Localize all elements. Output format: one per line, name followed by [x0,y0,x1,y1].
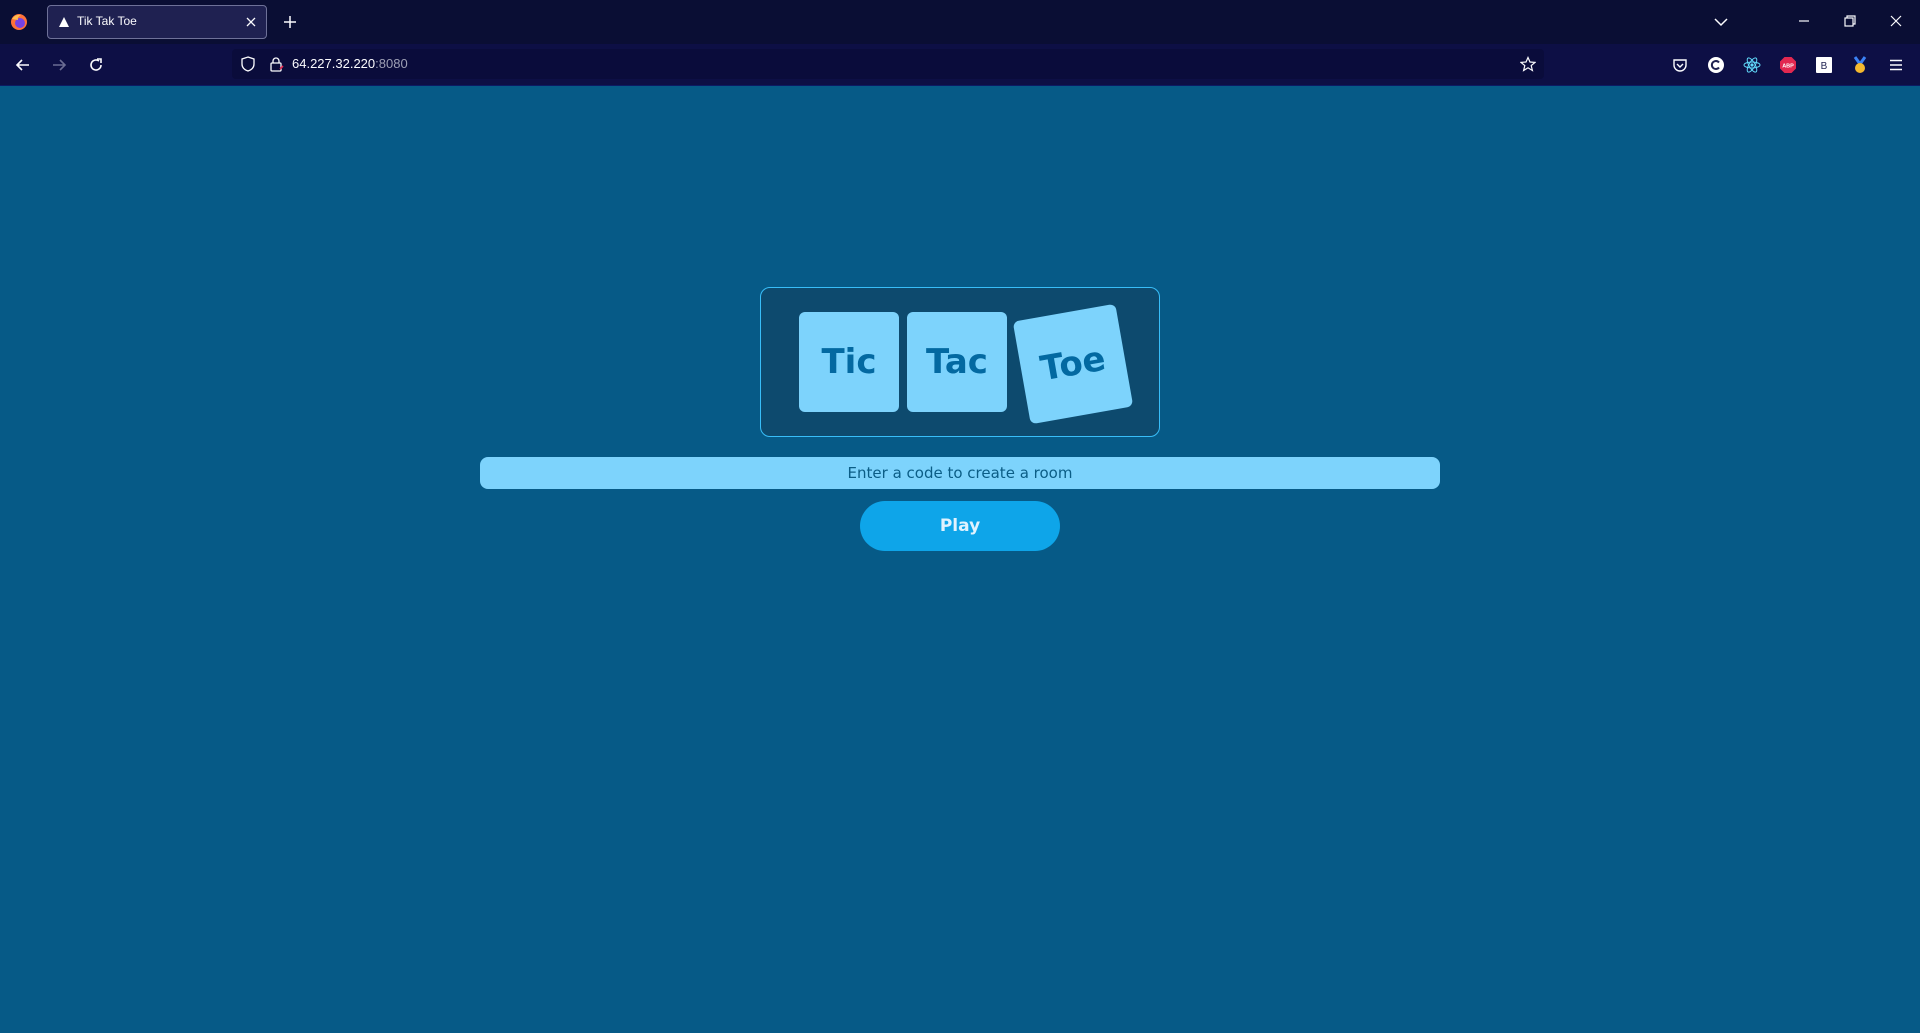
forward-arrow-icon[interactable] [50,56,68,74]
url-port: :8080 [375,56,408,71]
close-window-icon[interactable] [1889,14,1903,28]
play-button[interactable]: Play [860,501,1060,551]
logo-tile-toe: Toe [1012,303,1134,425]
chevron-down-icon[interactable] [1713,14,1729,30]
url-bar[interactable]: 64.227.32.220:8080 [232,49,1544,79]
extension-b-icon[interactable]: B [1815,56,1833,74]
lock-icon[interactable] [268,56,284,72]
badge-icon[interactable] [1851,56,1869,74]
room-code-input[interactable] [480,457,1440,489]
extension-c-icon[interactable] [1707,56,1725,74]
shield-icon[interactable] [240,56,256,72]
url-host: 64.227.32.220 [292,56,376,71]
restore-icon[interactable] [1843,14,1857,28]
react-devtools-icon[interactable] [1743,56,1761,74]
firefox-logo[interactable] [9,12,29,32]
tab-favicon-icon [59,17,69,27]
navigation-bar: 64.227.32.220:8080 ABP B [0,44,1920,86]
logo-tile-tac: Tac [907,312,1007,412]
reload-icon[interactable] [87,56,105,74]
url-text[interactable]: 64.227.32.220:8080 [292,56,408,71]
pocket-icon[interactable] [1671,56,1689,74]
svg-text:B: B [1821,61,1828,72]
svg-text:ABP: ABP [1782,64,1794,70]
close-icon[interactable] [245,16,257,28]
minimize-icon[interactable] [1797,14,1811,28]
logo-tile-tic: Tic [799,312,899,412]
hamburger-menu-icon[interactable] [1887,56,1905,74]
game-logo: Tic Tac Toe [760,287,1160,437]
star-icon[interactable] [1520,56,1536,72]
back-arrow-icon[interactable] [14,56,32,74]
adblock-icon[interactable]: ABP [1779,56,1797,74]
tab-title: Tik Tak Toe [77,14,137,28]
tab-strip: Tik Tak Toe [0,0,1920,44]
tab-active[interactable]: Tik Tak Toe [47,5,267,39]
plus-icon[interactable] [282,14,298,30]
